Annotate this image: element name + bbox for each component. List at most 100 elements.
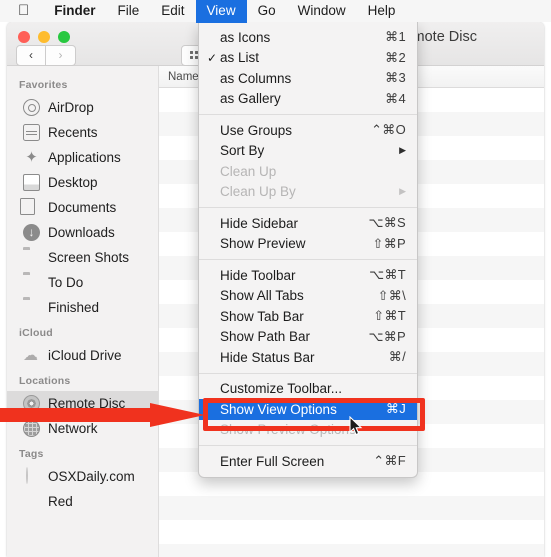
- menu-item-label: Hide Sidebar: [220, 215, 299, 231]
- menubar-item-view[interactable]: View: [195, 0, 247, 23]
- recents-icon: [23, 124, 40, 141]
- applications-icon: ✦: [25, 149, 38, 166]
- column-header-name[interactable]: Name: [159, 71, 199, 83]
- menu-item-label: Customize Toolbar...: [220, 381, 343, 397]
- menu-item-label: as Gallery: [220, 91, 281, 107]
- menu-item-hide-toolbar[interactable]: Hide Toolbar ⌥⌘T: [199, 265, 417, 286]
- menu-item-shortcut: ⌘/: [388, 349, 406, 365]
- menu-item-customize-toolbar[interactable]: Customize Toolbar...: [199, 379, 417, 400]
- sidebar-item-to-do[interactable]: To Do: [7, 270, 158, 295]
- sidebar-item-finished[interactable]: Finished: [7, 295, 158, 320]
- sidebar-item-label: Screen Shots: [48, 250, 130, 265]
- sidebar-item-label: Red: [48, 494, 73, 509]
- sidebar-item-label: Documents: [48, 200, 117, 215]
- sidebar-item-applications[interactable]: ✦ Applications: [7, 145, 158, 170]
- menu-separator: [199, 259, 417, 260]
- sidebar-item-screen-shots[interactable]: Screen Shots: [7, 245, 158, 270]
- sidebar-item-label: Desktop: [48, 175, 98, 190]
- sidebar-item-label: To Do: [48, 275, 84, 290]
- menu-separator: [199, 445, 417, 446]
- menu-item-enter-full-screen[interactable]: Enter Full Screen ⌃⌘F: [199, 451, 417, 472]
- nav-buttons: ‹ ›: [16, 44, 76, 66]
- menu-item-label: Sort By: [220, 143, 265, 159]
- sidebar-item-label: Finished: [48, 300, 100, 315]
- table-row: [159, 520, 544, 544]
- table-row: [159, 544, 544, 557]
- folder-icon: [23, 249, 40, 266]
- menu-item-show-tab-bar[interactable]: Show Tab Bar ⇧⌘T: [199, 306, 417, 327]
- sidebar-item-label: iCloud Drive: [48, 348, 122, 363]
- menu-item-show-preview-options[interactable]: Show Preview Options: [199, 420, 417, 441]
- icloud-icon: ☁: [23, 347, 38, 364]
- menu-item-label: Hide Toolbar: [220, 267, 296, 283]
- menu-item-hide-status-bar[interactable]: Hide Status Bar ⌘/: [199, 347, 417, 368]
- menu-item-label: Show Path Bar: [220, 329, 311, 345]
- menu-item-use-groups[interactable]: Use Groups ⌃⌘O: [199, 120, 417, 141]
- sidebar-item-airdrop[interactable]: AirDrop: [7, 95, 158, 120]
- sidebar-item-label: Downloads: [48, 225, 115, 240]
- sidebar-item-recents[interactable]: Recents: [7, 120, 158, 145]
- menu-item-label: Show All Tabs: [220, 288, 304, 304]
- airdrop-icon: [23, 99, 40, 116]
- back-button[interactable]: ‹: [16, 44, 46, 66]
- menu-item-clean-up: Clean Up: [199, 161, 417, 182]
- submenu-arrow-icon: ▶: [399, 186, 406, 197]
- sidebar-item-icloud-drive[interactable]: ☁ iCloud Drive: [7, 343, 158, 368]
- downloads-icon: [23, 224, 40, 241]
- sidebar-item-downloads[interactable]: Downloads: [7, 220, 158, 245]
- sidebar-header-icloud: iCloud: [19, 327, 53, 339]
- menu-item-shortcut: ⇧⌘P: [372, 235, 406, 251]
- menu-item-label: Hide Status Bar: [220, 349, 315, 365]
- menu-separator: [199, 207, 417, 208]
- menubar-item-help[interactable]: Help: [357, 0, 407, 22]
- menu-item-label: Clean Up By: [220, 184, 296, 200]
- menu-separator: [199, 372, 417, 374]
- mouse-cursor-icon: [349, 416, 363, 436]
- red-arrow-pointer: [0, 403, 205, 427]
- menu-item-show-path-bar[interactable]: Show Path Bar ⌥⌘P: [199, 327, 417, 348]
- sidebar-item-tag-red[interactable]: Red: [7, 489, 158, 514]
- menu-item-as-columns[interactable]: as Columns ⌘3: [199, 68, 417, 89]
- menubar-item-go[interactable]: Go: [247, 0, 287, 22]
- apple-logo-icon[interactable]: : [14, 2, 43, 20]
- sidebar-item-desktop[interactable]: Desktop: [7, 170, 158, 195]
- menu-item-shortcut: ⇧⌘\: [377, 287, 406, 303]
- menu-item-as-icons[interactable]: as Icons ⌘1: [199, 27, 417, 48]
- menu-item-label: Show Tab Bar: [220, 308, 304, 324]
- menu-item-as-gallery[interactable]: as Gallery ⌘4: [199, 89, 417, 110]
- finder-sidebar[interactable]: Favorites AirDrop Recents ✦ Applications…: [7, 66, 159, 557]
- menu-item-hide-sidebar[interactable]: Hide Sidebar ⌥⌘S: [199, 213, 417, 234]
- screen:  Finder File Edit View Go Window Help R…: [0, 0, 551, 557]
- menubar-item-edit[interactable]: Edit: [150, 0, 195, 22]
- menu-item-label: as Icons: [220, 29, 271, 45]
- menu-item-shortcut: ⌘3: [385, 70, 406, 86]
- menu-item-show-preview[interactable]: Show Preview ⇧⌘P: [199, 234, 417, 255]
- tag-dot-clear-icon: [23, 467, 40, 485]
- menubar-item-finder[interactable]: Finder: [43, 0, 106, 22]
- menu-item-label: Show View Options: [220, 401, 337, 417]
- menu-item-label: Enter Full Screen: [220, 453, 325, 469]
- sidebar-item-label: Applications: [48, 150, 121, 165]
- view-dropdown-menu[interactable]: as Icons ⌘1 ✓ as List ⌘2 as Columns ⌘3 a…: [198, 22, 418, 478]
- menu-item-label: as List: [220, 50, 260, 66]
- menu-item-sort-by[interactable]: Sort By ▶: [199, 141, 417, 162]
- macos-menu-bar:  Finder File Edit View Go Window Help: [0, 0, 551, 23]
- sidebar-header-locations: Locations: [19, 375, 71, 387]
- menu-separator: [199, 114, 417, 115]
- sidebar-item-label: Recents: [48, 125, 98, 140]
- folder-icon: [23, 299, 40, 316]
- menu-item-shortcut: ⌃⌘F: [373, 453, 406, 469]
- menubar-item-file[interactable]: File: [107, 0, 151, 22]
- table-row: [159, 496, 544, 520]
- menu-item-shortcut: ⇧⌘T: [373, 308, 406, 324]
- menu-item-show-view-options[interactable]: Show View Options ⌘J: [199, 399, 417, 420]
- sidebar-item-tag-osxdaily[interactable]: OSXDaily.com: [7, 464, 158, 489]
- menu-item-show-all-tabs[interactable]: Show All Tabs ⇧⌘\: [199, 286, 417, 307]
- forward-button[interactable]: ›: [46, 44, 76, 66]
- menu-item-shortcut: ⌥⌘S: [368, 215, 406, 231]
- menubar-item-window[interactable]: Window: [287, 0, 357, 22]
- menu-item-as-list[interactable]: ✓ as List ⌘2: [199, 48, 417, 69]
- menu-item-shortcut: ⌃⌘O: [371, 122, 406, 138]
- sidebar-item-documents[interactable]: Documents: [7, 195, 158, 220]
- menu-item-shortcut: ⌥⌘P: [368, 328, 406, 344]
